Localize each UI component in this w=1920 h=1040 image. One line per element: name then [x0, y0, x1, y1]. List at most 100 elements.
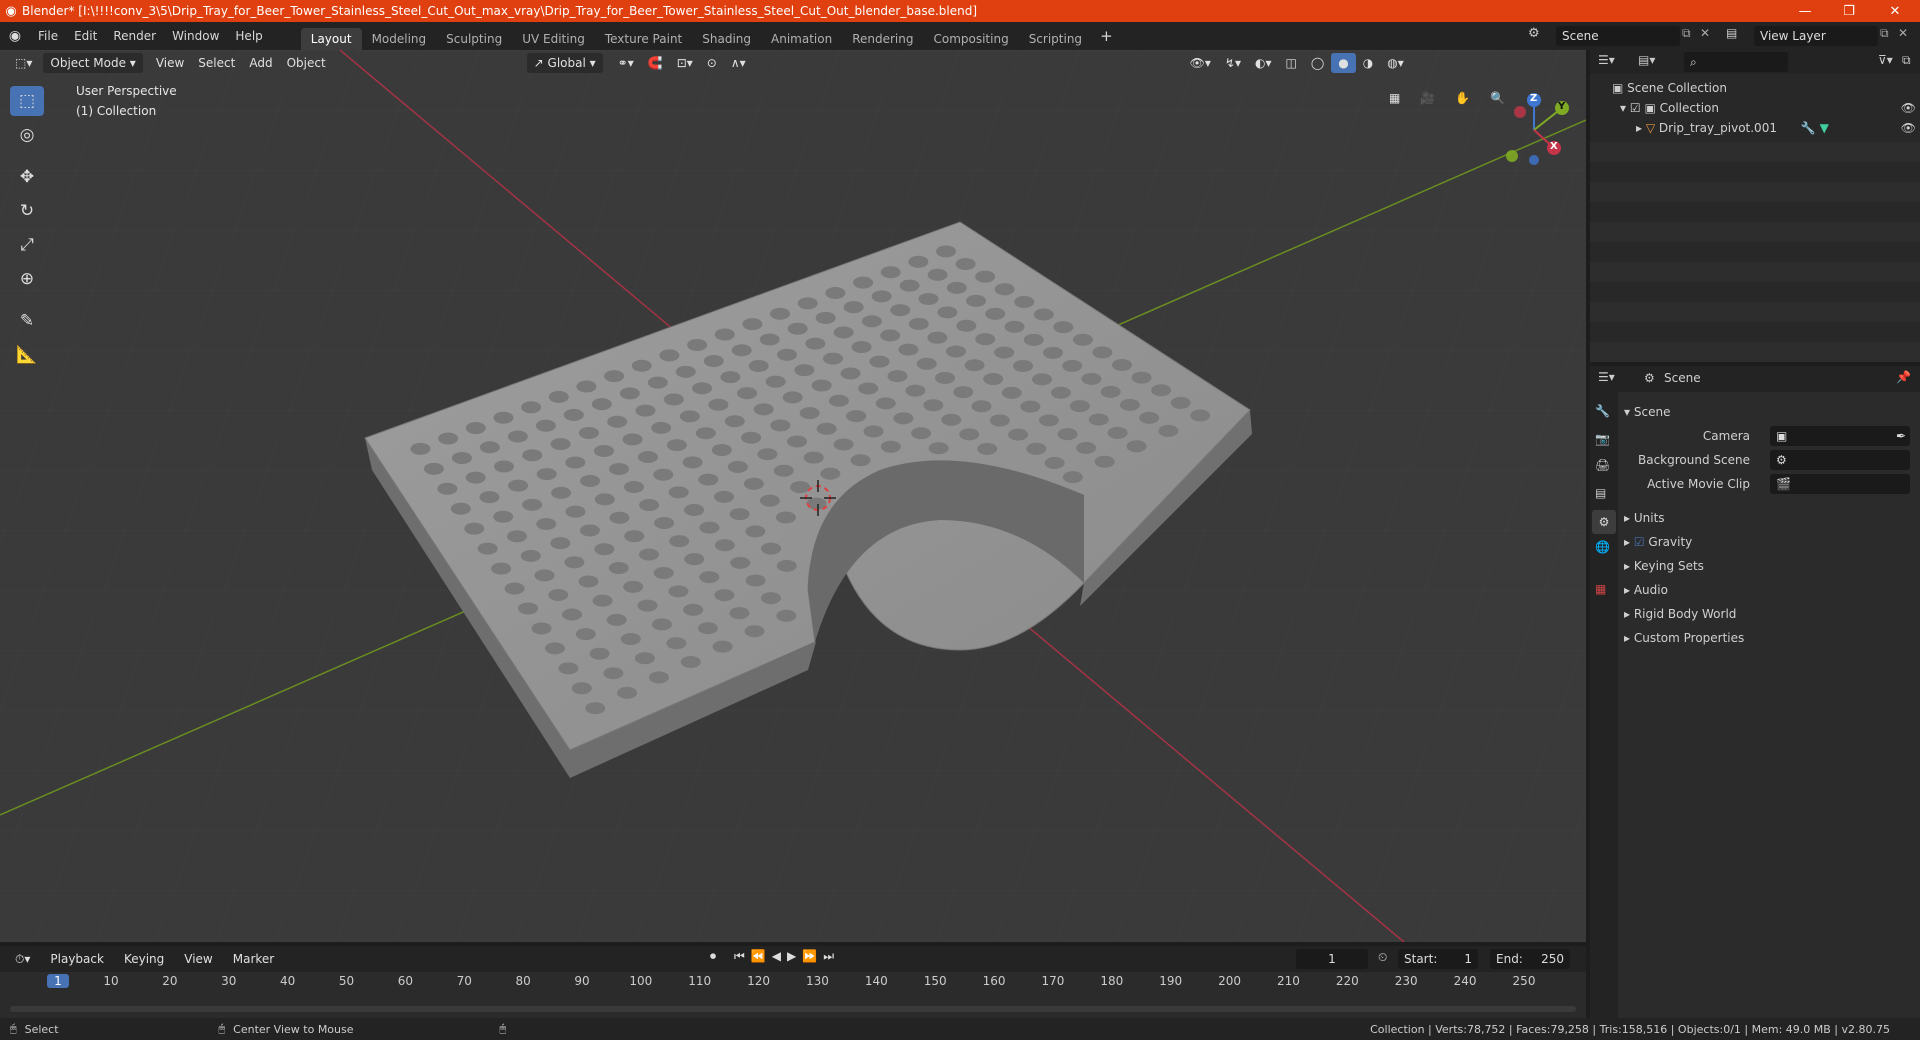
- wireframe-shading-icon[interactable]: ◯: [1304, 53, 1331, 73]
- filter-icon[interactable]: ⊽▾: [1878, 53, 1893, 67]
- start-frame-field[interactable]: Start: 1: [1398, 949, 1478, 969]
- current-frame-marker[interactable]: 1: [47, 974, 69, 988]
- tab-compositing[interactable]: Compositing: [923, 28, 1018, 50]
- view-layer-field[interactable]: View Layer: [1754, 26, 1878, 46]
- tab-layout[interactable]: Layout: [300, 28, 362, 50]
- menu-render[interactable]: Render: [105, 25, 164, 47]
- current-frame-field[interactable]: 1: [1296, 949, 1368, 969]
- move-tool-icon[interactable]: ✥: [10, 162, 44, 192]
- section-rigid-body-world[interactable]: ▸ Rigid Body World: [1624, 604, 1914, 624]
- display-mode-icon[interactable]: ▤▾: [1638, 53, 1655, 67]
- camera-view-icon[interactable]: 🎥: [1413, 88, 1442, 108]
- material-shading-icon[interactable]: ◑: [1356, 53, 1380, 73]
- timeline-menu-keying[interactable]: Keying: [117, 949, 171, 969]
- view-layer-tab-icon[interactable]: ▤: [1595, 486, 1606, 500]
- minimize-button[interactable]: —: [1782, 0, 1828, 22]
- pan-view-icon[interactable]: ✋: [1448, 88, 1477, 108]
- solid-shading-icon[interactable]: ●: [1331, 53, 1356, 73]
- outliner-search-input[interactable]: ⌕: [1684, 52, 1788, 72]
- expand-arrow-icon[interactable]: ▾: [1620, 101, 1626, 115]
- editor-type-icon[interactable]: ⬚▾: [8, 53, 39, 73]
- proportional-edit-icon[interactable]: ⊙: [700, 53, 724, 73]
- outliner-object-row[interactable]: ▸ ▽ Drip_tray_pivot.001 🔧 ▼ 👁: [1636, 118, 1916, 138]
- collection-checkbox[interactable]: ☑: [1630, 101, 1641, 115]
- play-icon[interactable]: ▶: [787, 949, 796, 964]
- measure-tool-icon[interactable]: 📐: [10, 340, 44, 370]
- delete-scene-icon[interactable]: ✕: [1700, 26, 1718, 40]
- frame-ruler[interactable]: 1 10 20 30 40 50 60 70 80 90 100 110 120 130 140 150 160…: [0, 972, 1586, 994]
- world-tab-icon[interactable]: 🌐: [1595, 540, 1610, 554]
- annotate-tool-icon[interactable]: ✎: [10, 306, 44, 336]
- tab-scripting[interactable]: Scripting: [1019, 28, 1092, 50]
- cursor-tool-icon[interactable]: ◎: [10, 120, 44, 150]
- timeline-menu-marker[interactable]: Marker: [226, 949, 281, 969]
- section-gravity[interactable]: ▸ ☑ Gravity: [1624, 532, 1914, 552]
- scene-panel-header[interactable]: ▾ Scene: [1624, 402, 1670, 422]
- tab-modeling[interactable]: Modeling: [362, 28, 437, 50]
- play-reverse-icon[interactable]: ◀: [772, 949, 781, 964]
- section-keying-sets[interactable]: ▸ Keying Sets: [1624, 556, 1914, 576]
- outliner-scene-collection[interactable]: ▣ Scene Collection: [1612, 78, 1727, 98]
- tab-shading[interactable]: Shading: [692, 28, 761, 50]
- overlay-toggle-icon[interactable]: ◐▾: [1248, 53, 1279, 73]
- camera-field[interactable]: ▣ ✒: [1770, 426, 1910, 446]
- gizmo-toggle-icon[interactable]: ↯▾: [1218, 53, 1248, 73]
- add-workspace-button[interactable]: +: [1092, 25, 1121, 47]
- select-box-tool-icon[interactable]: ⬚: [10, 86, 44, 116]
- outliner-editor-type-icon[interactable]: ☰▾: [1598, 53, 1615, 67]
- timeline-editor-type-icon[interactable]: ⏱▾: [8, 949, 37, 969]
- view-layer-icon[interactable]: ▤: [1726, 26, 1746, 40]
- visibility-icon[interactable]: 👁▾: [1183, 53, 1218, 73]
- rendered-shading-icon[interactable]: ◍▾: [1380, 53, 1411, 73]
- scale-tool-icon[interactable]: ⤢: [10, 230, 44, 260]
- close-button[interactable]: ✕: [1872, 0, 1918, 22]
- eye-icon[interactable]: 👁: [1901, 98, 1916, 118]
- tab-sculpting[interactable]: Sculpting: [436, 28, 512, 50]
- tab-animation[interactable]: Animation: [761, 28, 842, 50]
- texture-tab-icon[interactable]: ▦: [1595, 582, 1606, 596]
- end-frame-field[interactable]: End: 250: [1490, 949, 1570, 969]
- new-scene-icon[interactable]: ⧉: [1682, 26, 1700, 41]
- outliner-collection-row[interactable]: ▾ ☑ ▣ Collection 👁: [1620, 98, 1916, 118]
- eye-icon[interactable]: 👁: [1901, 118, 1916, 138]
- scene-field[interactable]: Scene: [1556, 26, 1680, 46]
- tool-tab-icon[interactable]: 🔧: [1595, 404, 1610, 418]
- timeline-menu-playback[interactable]: Playback: [43, 949, 111, 969]
- new-view-layer-icon[interactable]: ⧉: [1880, 26, 1898, 41]
- scene-selector-icon[interactable]: ⚙: [1528, 26, 1548, 46]
- blender-menu-icon[interactable]: ◉: [0, 28, 30, 44]
- section-audio[interactable]: ▸ Audio: [1624, 580, 1914, 600]
- output-tab-icon[interactable]: 🖨: [1595, 458, 1610, 472]
- viewport-menu-object[interactable]: Object: [280, 53, 333, 73]
- tab-rendering[interactable]: Rendering: [842, 28, 923, 50]
- expand-arrow-icon[interactable]: ▸: [1636, 121, 1642, 135]
- record-icon[interactable]: ⏺: [710, 949, 716, 964]
- pin-icon[interactable]: 📌: [1896, 370, 1911, 384]
- toggle-perspective-icon[interactable]: ▦: [1382, 88, 1407, 108]
- tab-texture-paint[interactable]: Texture Paint: [595, 28, 692, 50]
- section-custom-properties[interactable]: ▸ Custom Properties: [1624, 628, 1914, 648]
- jump-end-icon[interactable]: ⏭: [823, 949, 834, 964]
- menu-file[interactable]: File: [30, 25, 66, 47]
- transform-tool-icon[interactable]: ⊕: [10, 264, 44, 294]
- jump-start-icon[interactable]: ⏮: [734, 949, 745, 964]
- snap-icon[interactable]: 🧲: [641, 53, 670, 73]
- 3d-viewport[interactable]: User Perspective (1) Collection ⬚ ◎ ✥ ↻ …: [0, 50, 1586, 942]
- maximize-button[interactable]: ❐: [1826, 0, 1872, 22]
- xray-toggle-icon[interactable]: ◫: [1278, 53, 1303, 73]
- viewport-menu-add[interactable]: Add: [242, 53, 279, 73]
- delete-view-layer-icon[interactable]: ✕: [1898, 26, 1916, 40]
- active-movie-clip-field[interactable]: 🎬: [1770, 474, 1910, 494]
- tab-uv-editing[interactable]: UV Editing: [512, 28, 595, 50]
- zoom-view-icon[interactable]: 🔍: [1483, 88, 1512, 108]
- object-mode-dropdown[interactable]: Object Mode ▾: [43, 53, 143, 73]
- eyedropper-icon[interactable]: ✒: [1896, 426, 1906, 446]
- viewport-menu-view[interactable]: View: [149, 53, 191, 73]
- falloff-icon[interactable]: ∧▾: [724, 53, 753, 73]
- menu-edit[interactable]: Edit: [66, 25, 105, 47]
- next-keyframe-icon[interactable]: ⏩: [802, 949, 817, 964]
- pivot-point-icon[interactable]: ⚭▾: [611, 53, 641, 73]
- snap-target-icon[interactable]: ⊡▾: [670, 53, 700, 73]
- render-tab-icon[interactable]: 📷: [1595, 432, 1610, 446]
- section-units[interactable]: ▸ Units: [1624, 508, 1914, 528]
